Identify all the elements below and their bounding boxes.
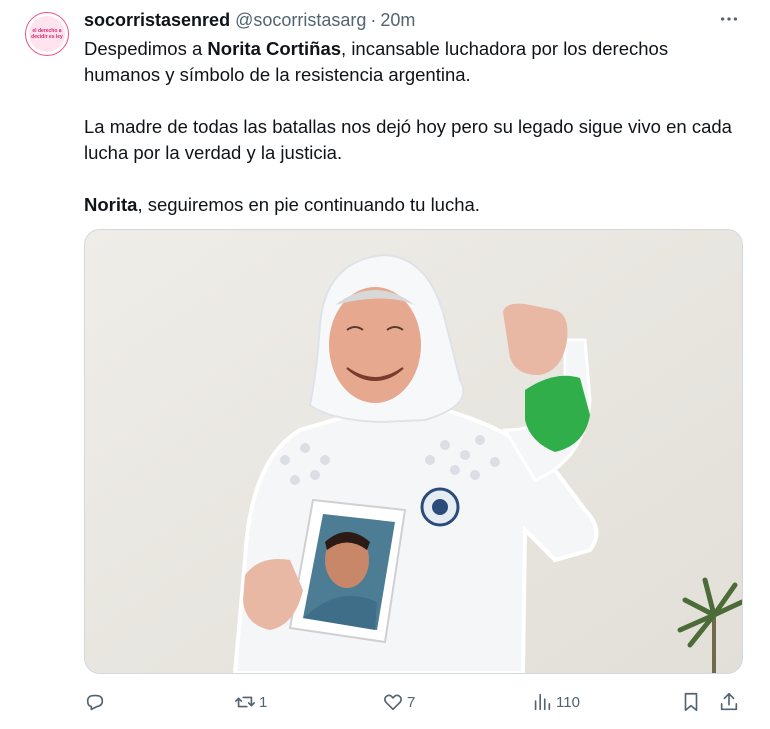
tweet: el derecho a decidir es ley socorristase… [0,0,770,729]
timestamp[interactable]: 20m [380,10,415,31]
tweet-actions: 1 7 110 [84,688,744,716]
heart-icon [384,694,402,711]
share-icon [720,692,738,711]
retweet-button[interactable]: 1 [234,688,267,716]
paragraph-1-text: Despedimos a [84,38,208,59]
views-button[interactable]: 110 [531,688,580,716]
tweet-text: Despedimos a Norita Cortiñas, incansable… [84,36,734,218]
retweet-icon [235,696,255,708]
display-name[interactable]: socorristasenred [84,10,230,31]
avatar[interactable]: el derecho a decidir es ley [25,12,69,56]
views-icon [534,693,551,711]
bookmark-button[interactable] [680,688,702,716]
tweet-photo[interactable] [84,229,743,674]
reply-button[interactable] [84,688,109,716]
photo-illustration [85,230,742,673]
avatar-logo: el derecho a decidir es ley [29,16,65,52]
tweet-paragraph-1: Despedimos a Norita Cortiñas, incansable… [84,36,734,88]
tweet-paragraph-3: Norita, seguiremos en pie continuando tu… [84,192,734,218]
user-handle[interactable]: @socorristasarg [235,10,366,31]
avatar-text: el derecho a decidir es ley [31,28,63,40]
paragraph-1-bold: Norita Cortiñas [207,38,342,59]
separator-dot: · [370,9,377,30]
tweet-paragraph-2: La madre de todas las batallas nos dejó … [84,116,732,163]
paragraph-3-bold: Norita [84,194,138,215]
more-icon [720,17,738,21]
views-count: 110 [556,693,580,711]
retweet-count: 1 [259,693,268,711]
like-count: 7 [407,693,416,711]
share-button[interactable] [718,688,740,716]
reply-icon [86,694,104,711]
bookmark-icon [684,692,698,712]
paragraph-3-text: , seguiremos en pie continuando tu lucha… [137,194,480,215]
like-button[interactable]: 7 [382,688,415,716]
tweet-header: socorristasenred @socorristasarg · 20m [84,9,740,31]
more-options-button[interactable] [716,8,742,30]
